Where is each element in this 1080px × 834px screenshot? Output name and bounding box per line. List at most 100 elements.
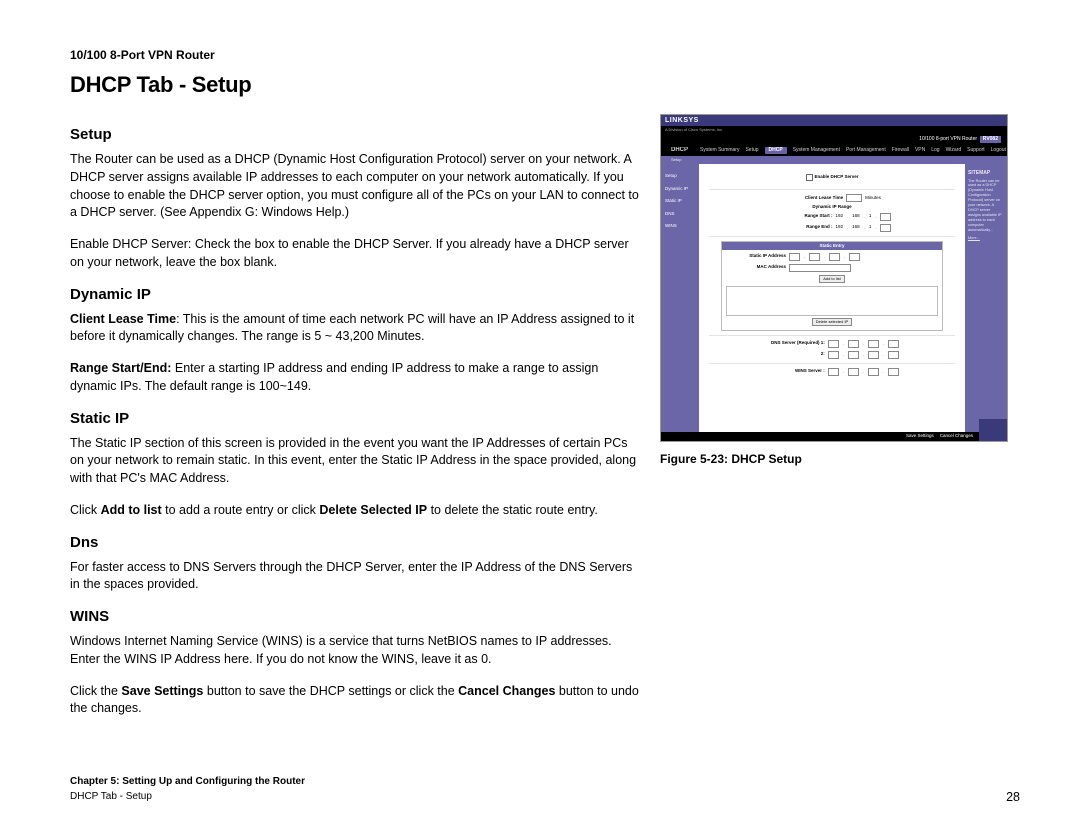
divider xyxy=(709,236,955,237)
static-list xyxy=(726,286,938,316)
heading-setup: Setup xyxy=(70,126,640,143)
side-dyn: Dynamic IP xyxy=(661,183,699,196)
para-setup-1: The Router can be used as a DHCP (Dynami… xyxy=(70,151,640,222)
footer-sub: DHCP Tab - Setup xyxy=(70,789,305,804)
figure-screenshot: LINKSYS A Division of Cisco Systems, Inc… xyxy=(660,114,1008,442)
bold-deleteip: Delete Selected IP xyxy=(319,503,427,517)
lease-row: Client Lease Time Minutes xyxy=(703,194,961,202)
range-start-row: Range Start :192.168.1. xyxy=(703,213,961,221)
lease-input xyxy=(846,194,862,202)
fig-body: Setup Dynamic IP Static IP DNS WINS Enab… xyxy=(661,164,1007,432)
mac-label: MAC Address xyxy=(736,265,786,270)
tab-log: Log xyxy=(931,148,939,153)
para-static-2: Click Add to list to add a route entry o… xyxy=(70,502,640,520)
heading-static: Static IP xyxy=(70,410,640,427)
columns: Setup The Router can be used as a DHCP (… xyxy=(70,114,1020,732)
para-dyn-1: Client Lease Time: This is the amount of… xyxy=(70,311,640,347)
page: 10/100 8-Port VPN Router DHCP Tab - Setu… xyxy=(0,0,1080,834)
static-box: Static Entry Static IP Address... MAC Ad… xyxy=(721,241,943,331)
range-end-row: Range End :192.168.1. xyxy=(703,224,961,232)
tab-support: Support xyxy=(967,148,985,153)
tab-sysmgmt: System Management xyxy=(793,148,840,153)
footer-chapter: Chapter 5: Setting Up and Configuring th… xyxy=(70,774,305,789)
delete-button: Delete selected IP xyxy=(812,318,852,326)
model-badge: RV082 xyxy=(980,136,1001,143)
para-static-1: The Static IP section of this screen is … xyxy=(70,435,640,488)
info-text: The Router can be used as a DHCP (Dynami… xyxy=(968,179,1004,233)
cancel-changes: Cancel Changes xyxy=(940,434,973,439)
info-panel: SITEMAP The Router can be used as a DHCP… xyxy=(965,164,1007,432)
divider xyxy=(709,335,955,336)
tab-vpn: VPN xyxy=(915,148,925,153)
tab-logout: Logout xyxy=(991,148,1006,153)
wins-label: WINS Server : xyxy=(765,369,825,374)
dns2-row: 2:... xyxy=(703,351,961,359)
bold-cancelchanges: Cancel Changes xyxy=(458,684,555,698)
side-setup: Setup xyxy=(661,170,699,183)
side-wins: WINS xyxy=(661,220,699,233)
brand-bar: LINKSYS xyxy=(661,115,1007,126)
re-input xyxy=(880,224,891,232)
heading-wins: WINS xyxy=(70,608,640,625)
bold-range: Range Start/End: xyxy=(70,361,171,375)
mac-input xyxy=(789,264,851,272)
add-button: Add to list xyxy=(819,275,845,283)
figure-caption: Figure 5-23: DHCP Setup xyxy=(660,452,1020,466)
tab-summary: System Summary xyxy=(700,148,739,153)
model-row: 10/100 8-port VPN Router RV082 xyxy=(661,134,1007,144)
page-number: 28 xyxy=(1006,790,1020,804)
tab-dhcp-big: DHCP xyxy=(671,147,688,153)
para-wins-1: Windows Internet Naming Service (WINS) i… xyxy=(70,633,640,669)
dns1-row: DNS Server (Required) 1:... xyxy=(703,340,961,348)
more-link: More... xyxy=(968,236,1004,241)
dns2-label: 2: xyxy=(765,352,825,357)
heading-dynamic: Dynamic IP xyxy=(70,286,640,303)
bold-savesettings: Save Settings xyxy=(121,684,203,698)
side-dns: DNS xyxy=(661,208,699,221)
side-nav: Setup Dynamic IP Static IP DNS WINS xyxy=(661,164,699,432)
para-dns: For faster access to DNS Servers through… xyxy=(70,559,640,595)
side-static: Static IP xyxy=(661,195,699,208)
rs-input xyxy=(880,213,891,221)
main-tabs: DHCP System Summary Setup DHCP System Ma… xyxy=(661,144,1007,156)
divider xyxy=(709,363,955,364)
static-head: Static Entry xyxy=(722,242,942,250)
lease-label: Client Lease Time xyxy=(783,196,843,201)
heading-dns: Dns xyxy=(70,534,640,551)
save-settings: Save Settings xyxy=(906,434,934,439)
figure-column: LINKSYS A Division of Cisco Systems, Inc… xyxy=(660,114,1020,732)
footer-left: Chapter 5: Setting Up and Configuring th… xyxy=(70,774,305,804)
enable-label: Enable DHCP Server xyxy=(815,175,859,180)
page-footer: Chapter 5: Setting Up and Configuring th… xyxy=(70,774,1020,804)
checkbox-icon xyxy=(806,174,813,181)
tab-setup: Setup xyxy=(745,148,758,153)
tab-dhcp: DHCP xyxy=(765,147,787,154)
brand-sub: A Division of Cisco Systems, Inc. xyxy=(661,126,1007,134)
enable-row: Enable DHCP Server xyxy=(703,174,961,181)
sip-label: Static IP Address xyxy=(736,254,786,259)
wins-row: WINS Server :... xyxy=(703,368,961,376)
sub-tabs: Setup xyxy=(661,156,1007,164)
bold-lease: Client Lease Time xyxy=(70,312,176,326)
para-dyn-2: Range Start/End: Enter a starting IP add… xyxy=(70,360,640,396)
re-label: Range End : xyxy=(773,225,833,230)
fig-footer: Save Settings Cancel Changes xyxy=(661,432,1007,441)
fig-main: Enable DHCP Server Client Lease Time Minu… xyxy=(699,164,965,432)
tab-wizard: Wizard xyxy=(946,148,962,153)
cisco-corner-icon xyxy=(979,419,1007,441)
tab-firewall: Firewall xyxy=(892,148,909,153)
lease-unit: Minutes xyxy=(865,196,881,201)
rs-label: Range Start : xyxy=(773,214,833,219)
page-title: DHCP Tab - Setup xyxy=(70,72,1020,98)
para-setup-2: Enable DHCP Server: Check the box to ena… xyxy=(70,236,640,272)
tab-port: Port Management xyxy=(846,148,886,153)
divider xyxy=(709,189,955,190)
sitemap-label: SITEMAP xyxy=(968,170,1004,177)
doc-header: 10/100 8-Port VPN Router xyxy=(70,48,1020,62)
main-text: Setup The Router can be used as a DHCP (… xyxy=(70,114,640,732)
range-head: Dynamic IP Range xyxy=(703,205,961,210)
dns1-label: DNS Server (Required) 1: xyxy=(765,341,825,346)
bold-addtolist: Add to list xyxy=(101,503,162,517)
brand: LINKSYS xyxy=(665,117,699,124)
para-wins-2: Click the Save Settings button to save t… xyxy=(70,683,640,719)
